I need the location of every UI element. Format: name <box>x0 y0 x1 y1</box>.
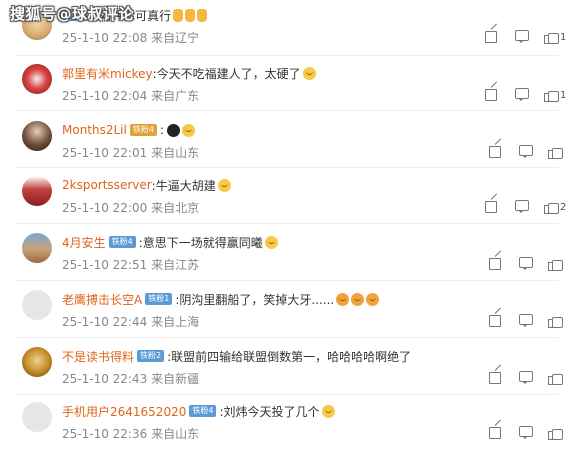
username-link[interactable]: 手机用户2641652020 <box>62 403 186 420</box>
comment-text: : <box>159 123 164 137</box>
username-link[interactable]: 4月安生 <box>62 234 106 251</box>
comment-item: 老鹰搏击长空A 铁粉1 :阴沟里翻船了，笑掉大牙...... 25-1-10 2… <box>0 286 575 341</box>
comment-text: :牛逼大胡建 <box>151 178 216 193</box>
thumb-emoji-icon <box>173 8 184 22</box>
avatar[interactable] <box>22 402 52 432</box>
comment-item: Months2Lil 铁粉4 : 25-1-10 22:01 来自山东 <box>0 117 575 172</box>
comment-text: :今天不吃福建人了，太硬了 <box>152 66 301 81</box>
thumbs-up-icon <box>544 29 559 44</box>
thumbs-up-icon <box>548 425 563 440</box>
divider <box>16 55 559 56</box>
smiley-emoji-icon <box>302 66 316 80</box>
like-button[interactable] <box>548 370 563 385</box>
divider <box>16 223 559 224</box>
comment-item: 郭里有米mickey :今天不吃福建人了，太硬了 25-1-10 22:04 来… <box>0 60 575 115</box>
share-icon[interactable] <box>484 198 500 214</box>
like-button[interactable] <box>548 256 563 271</box>
share-icon[interactable] <box>488 424 504 440</box>
comment-meta: 25-1-10 22:04 来自广东 <box>62 89 200 103</box>
thumbs-up-icon <box>548 313 563 328</box>
share-icon[interactable] <box>488 255 504 271</box>
sleepy-emoji-icon <box>217 178 231 192</box>
avatar[interactable] <box>22 176 52 206</box>
comment-item: 2ksportsserver :牛逼大胡建 25-1-10 22:00 来自北京… <box>0 172 575 227</box>
avatar[interactable] <box>22 347 52 377</box>
divider <box>16 110 559 111</box>
fan-badge: 铁粉4 <box>108 236 136 248</box>
reply-icon[interactable] <box>518 312 534 328</box>
divider <box>16 337 559 338</box>
comment-meta: 25-1-10 22:44 来自上海 <box>62 315 200 329</box>
thumb-emoji-icon <box>185 8 196 22</box>
comment-meta: 25-1-10 22:08 来自辽宁 <box>62 31 200 45</box>
like-button[interactable]: 1 <box>544 87 567 102</box>
reply-icon[interactable] <box>514 86 530 102</box>
like-count: 1 <box>560 32 567 43</box>
username-link[interactable]: 不是读书得料 <box>62 348 134 365</box>
like-count: 2 <box>560 202 567 213</box>
reply-icon[interactable] <box>518 255 534 271</box>
username-link[interactable]: Months2Lil <box>62 123 127 137</box>
share-icon[interactable] <box>484 86 500 102</box>
comment-meta: 25-1-10 22:01 来自山东 <box>62 146 200 160</box>
thumbs-up-icon <box>544 199 559 214</box>
surprised-emoji-icon <box>182 123 195 137</box>
comment-meta: 25-1-10 22:00 来自北京 <box>62 201 200 215</box>
like-button[interactable] <box>548 425 563 440</box>
comment-item: 手机用户2641652020 铁粉4 :刘炜今天投了几个 25-1-10 22:… <box>0 398 575 453</box>
reply-icon[interactable] <box>514 198 530 214</box>
like-button[interactable] <box>548 144 563 159</box>
fan-badge: 铁粉4 <box>129 124 157 136</box>
fan-badge: 铁粉1 <box>145 293 173 305</box>
thumbs-up-icon <box>548 144 563 159</box>
divider <box>16 280 559 281</box>
avatar[interactable] <box>22 64 52 94</box>
laughing-emoji-icon <box>321 404 335 418</box>
comment-text: :刘炜今天投了几个 <box>219 404 320 419</box>
comment-meta: 25-1-10 22:43 来自新疆 <box>62 372 200 386</box>
laughing-emoji-icon <box>264 235 278 249</box>
share-icon[interactable] <box>488 369 504 385</box>
comment-item: 4月安生 铁粉4 :意思下一场就得赢同曦 25-1-10 22:51 来自江苏 <box>0 229 575 284</box>
avatar[interactable] <box>22 233 52 263</box>
username-link[interactable]: 老鹰搏击长空A <box>62 291 142 308</box>
reply-icon[interactable] <box>514 28 530 44</box>
divider <box>16 167 559 168</box>
reply-icon[interactable] <box>518 369 534 385</box>
comment-text: :联盟前四输给联盟倒数第一，哈哈哈哈啊绝了 <box>167 349 412 364</box>
divider <box>16 394 559 395</box>
laughing-emoji-icon <box>366 292 380 306</box>
fan-badge: 铁粉2 <box>137 350 165 362</box>
fan-badge: 铁粉4 <box>189 405 217 417</box>
like-count: 1 <box>560 90 567 101</box>
share-icon[interactable] <box>488 143 504 159</box>
comment-meta: 25-1-10 22:36 来自山东 <box>62 427 200 441</box>
username-link[interactable]: 2ksportsserver <box>62 178 152 192</box>
avatar[interactable] <box>22 290 52 320</box>
thumbs-up-icon <box>548 370 563 385</box>
like-button[interactable]: 1 <box>544 29 567 44</box>
reply-icon[interactable] <box>518 143 534 159</box>
reply-icon[interactable] <box>518 424 534 440</box>
thumbs-up-icon <box>548 256 563 271</box>
watermark: 搜狐号@球叔评论 <box>10 5 135 23</box>
username-link[interactable]: 郭里有米mickey <box>62 65 153 82</box>
laughing-emoji-icon <box>336 292 350 306</box>
like-button[interactable]: 2 <box>544 199 567 214</box>
comment-text: :意思下一场就得赢同曦 <box>138 235 263 250</box>
avatar[interactable] <box>22 121 52 151</box>
comment-meta: 25-1-10 22:51 来自江苏 <box>62 258 200 272</box>
thumb-emoji-icon <box>197 8 208 22</box>
thumbs-up-icon <box>544 87 559 102</box>
comment-item: 不是读书得料 铁粉2 :联盟前四输给联盟倒数第一，哈哈哈哈啊绝了 25-1-10… <box>0 343 575 398</box>
comment-text: :阴沟里翻船了，笑掉大牙...... <box>175 292 335 307</box>
like-button[interactable] <box>548 313 563 328</box>
share-icon[interactable] <box>484 28 500 44</box>
share-icon[interactable] <box>488 312 504 328</box>
laughing-emoji-icon <box>351 292 365 306</box>
black-face-emoji-icon <box>167 123 180 137</box>
